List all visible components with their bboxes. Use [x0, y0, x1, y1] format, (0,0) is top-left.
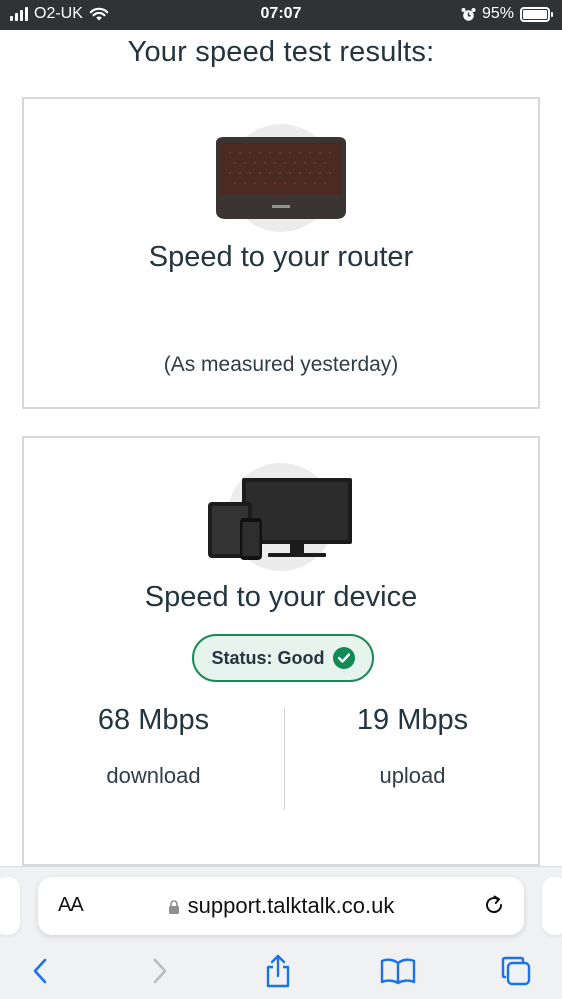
- lock-icon: [168, 900, 179, 914]
- alarm-icon: [461, 7, 476, 21]
- forward-icon: [153, 958, 167, 984]
- share-button[interactable]: [256, 951, 300, 991]
- browser-nav-row: [0, 951, 562, 991]
- url-field[interactable]: support.talktalk.co.uk: [38, 893, 524, 919]
- status-bar: O2-UK 07:07 95%: [0, 0, 562, 30]
- browser-toolbar: AA support.talktalk.co.uk: [0, 866, 562, 999]
- share-icon: [266, 954, 290, 988]
- back-icon: [33, 958, 47, 984]
- measured-note: (As measured yesterday): [163, 353, 399, 376]
- device-card-title: Speed to your device: [144, 581, 418, 613]
- previous-tab-preview[interactable]: [0, 877, 20, 935]
- battery-percent: 95%: [481, 5, 514, 22]
- address-bar[interactable]: AA support.talktalk.co.uk: [38, 877, 524, 935]
- download-value: 68 Mbps: [97, 704, 210, 736]
- bookmarks-icon: [380, 958, 416, 985]
- status-bar-right: 95%: [461, 5, 553, 23]
- next-tab-preview[interactable]: [542, 877, 562, 935]
- forward-button[interactable]: [138, 951, 182, 991]
- download-label: download: [106, 763, 201, 788]
- router-card-title: Speed to your router: [148, 241, 414, 273]
- back-button[interactable]: [18, 951, 62, 991]
- upload-metric: 19 Mbps upload: [283, 704, 542, 789]
- battery-icon: [520, 6, 553, 22]
- devices-icon: [208, 463, 352, 571]
- tabs-button[interactable]: [494, 951, 538, 991]
- device-speed-card: Speed to your device Status: Good 68 Mbp…: [22, 436, 540, 866]
- check-circle-icon: [332, 647, 355, 669]
- page-title: Your speed test results:: [127, 36, 435, 68]
- status-badge: Status: Good: [192, 634, 374, 682]
- upload-value: 19 Mbps: [356, 704, 469, 736]
- upload-label: upload: [379, 763, 446, 788]
- router-speed-card: Speed to your router (As measured yester…: [22, 97, 540, 409]
- tabs-icon: [501, 956, 531, 986]
- router-icon: [216, 124, 346, 232]
- reload-icon[interactable]: [482, 893, 506, 917]
- url-text: support.talktalk.co.uk: [187, 893, 395, 918]
- bookmarks-button[interactable]: [376, 951, 420, 991]
- download-metric: 68 Mbps download: [24, 704, 283, 789]
- status-label: Status: Good: [211, 647, 325, 668]
